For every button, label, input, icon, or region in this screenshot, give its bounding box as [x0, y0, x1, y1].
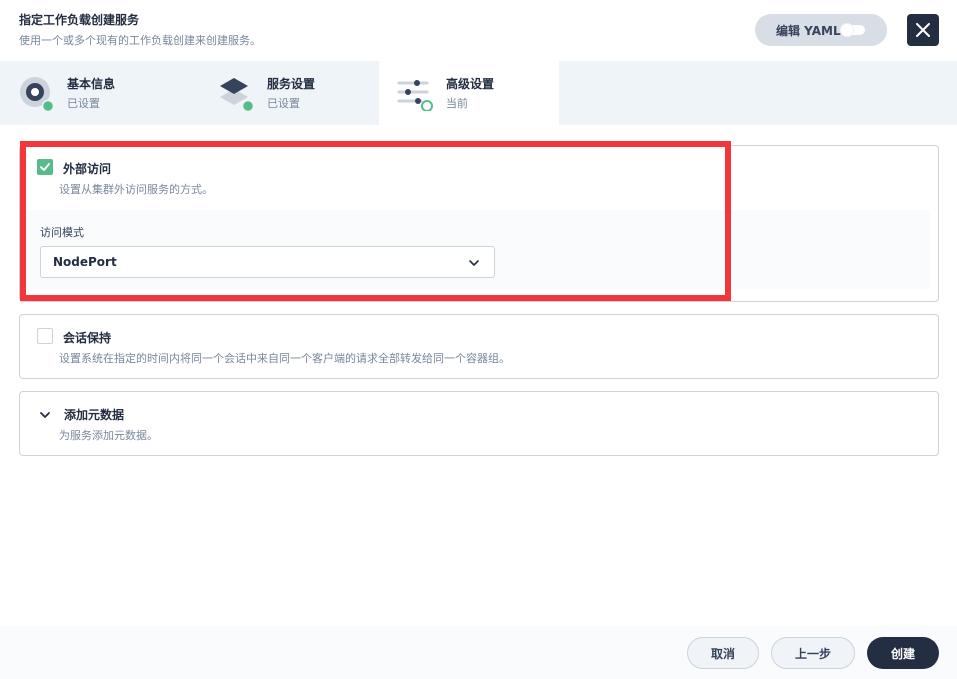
step-basic-info-status: 已设置 [67, 97, 100, 110]
chevron-down-icon[interactable] [39, 409, 51, 421]
step-advanced-settings[interactable]: 高级设置 当前 [379, 61, 559, 125]
cancel-button[interactable]: 取消 [687, 637, 759, 669]
edit-yaml-label: 编辑 YAML [776, 23, 841, 38]
session-affinity-title: 会话保持 [63, 331, 112, 345]
step-service-settings-status: 已设置 [267, 97, 300, 110]
access-mode-value: NodePort [53, 255, 117, 269]
step-service-settings[interactable]: 服务设置 已设置 [200, 61, 380, 125]
modal-footer: 取消 上一步 创建 [0, 626, 957, 679]
external-access-panel: 外部访问 设置从集群外访问服务的方式。 访问模式 NodePort [19, 145, 939, 302]
external-access-checkbox[interactable] [37, 159, 53, 175]
step-basic-info-title: 基本信息 [67, 77, 116, 91]
metadata-panel[interactable]: 添加元数据 为服务添加元数据。 [19, 391, 939, 456]
step-bar: 基本信息 已设置 服务设置 已设置 高级设置 当前 [0, 61, 957, 125]
access-mode-label: 访问模式 [40, 226, 84, 239]
external-access-description: 设置从集群外访问服务的方式。 [59, 183, 213, 196]
session-affinity-panel: 会话保持 设置系统在指定的时间内将同一个会话中来自同一个客户端的请求全部转发给同… [19, 314, 939, 379]
advanced-settings-icon [397, 75, 433, 112]
step-service-settings-title: 服务设置 [267, 77, 316, 91]
step-advanced-settings-status: 当前 [446, 97, 468, 110]
step-basic-info[interactable]: 基本信息 已设置 [0, 61, 180, 125]
metadata-description: 为服务添加元数据。 [59, 429, 158, 442]
modal-header: 指定工作负载创建服务 使用一个或多个现有的工作负载创建来创建服务。 编辑 YAM… [0, 0, 957, 61]
session-affinity-checkbox[interactable] [37, 328, 53, 344]
step-advanced-settings-title: 高级设置 [446, 77, 495, 91]
edit-yaml-toggle[interactable]: 编辑 YAML [755, 14, 887, 46]
toggle-knob [841, 24, 853, 36]
create-button[interactable]: 创建 [867, 637, 939, 669]
service-settings-icon [218, 75, 255, 113]
access-mode-section: 访问模式 NodePort [25, 210, 930, 289]
toggle-switch[interactable] [841, 24, 865, 36]
previous-button[interactable]: 上一步 [771, 637, 855, 669]
chevron-down-icon [469, 260, 479, 266]
modal-title: 指定工作负载创建服务 [19, 13, 140, 27]
access-mode-select[interactable]: NodePort [40, 246, 495, 278]
metadata-title: 添加元数据 [64, 408, 125, 422]
basic-info-icon [18, 75, 55, 113]
session-affinity-description: 设置系统在指定的时间内将同一个会话中来自同一个客户端的请求全部转发给同一个容器组… [59, 352, 510, 365]
external-access-title: 外部访问 [63, 162, 112, 176]
close-icon [916, 23, 930, 37]
modal-subtitle: 使用一个或多个现有的工作负载创建来创建服务。 [19, 34, 261, 47]
close-button[interactable] [907, 14, 939, 46]
check-icon [40, 163, 50, 171]
